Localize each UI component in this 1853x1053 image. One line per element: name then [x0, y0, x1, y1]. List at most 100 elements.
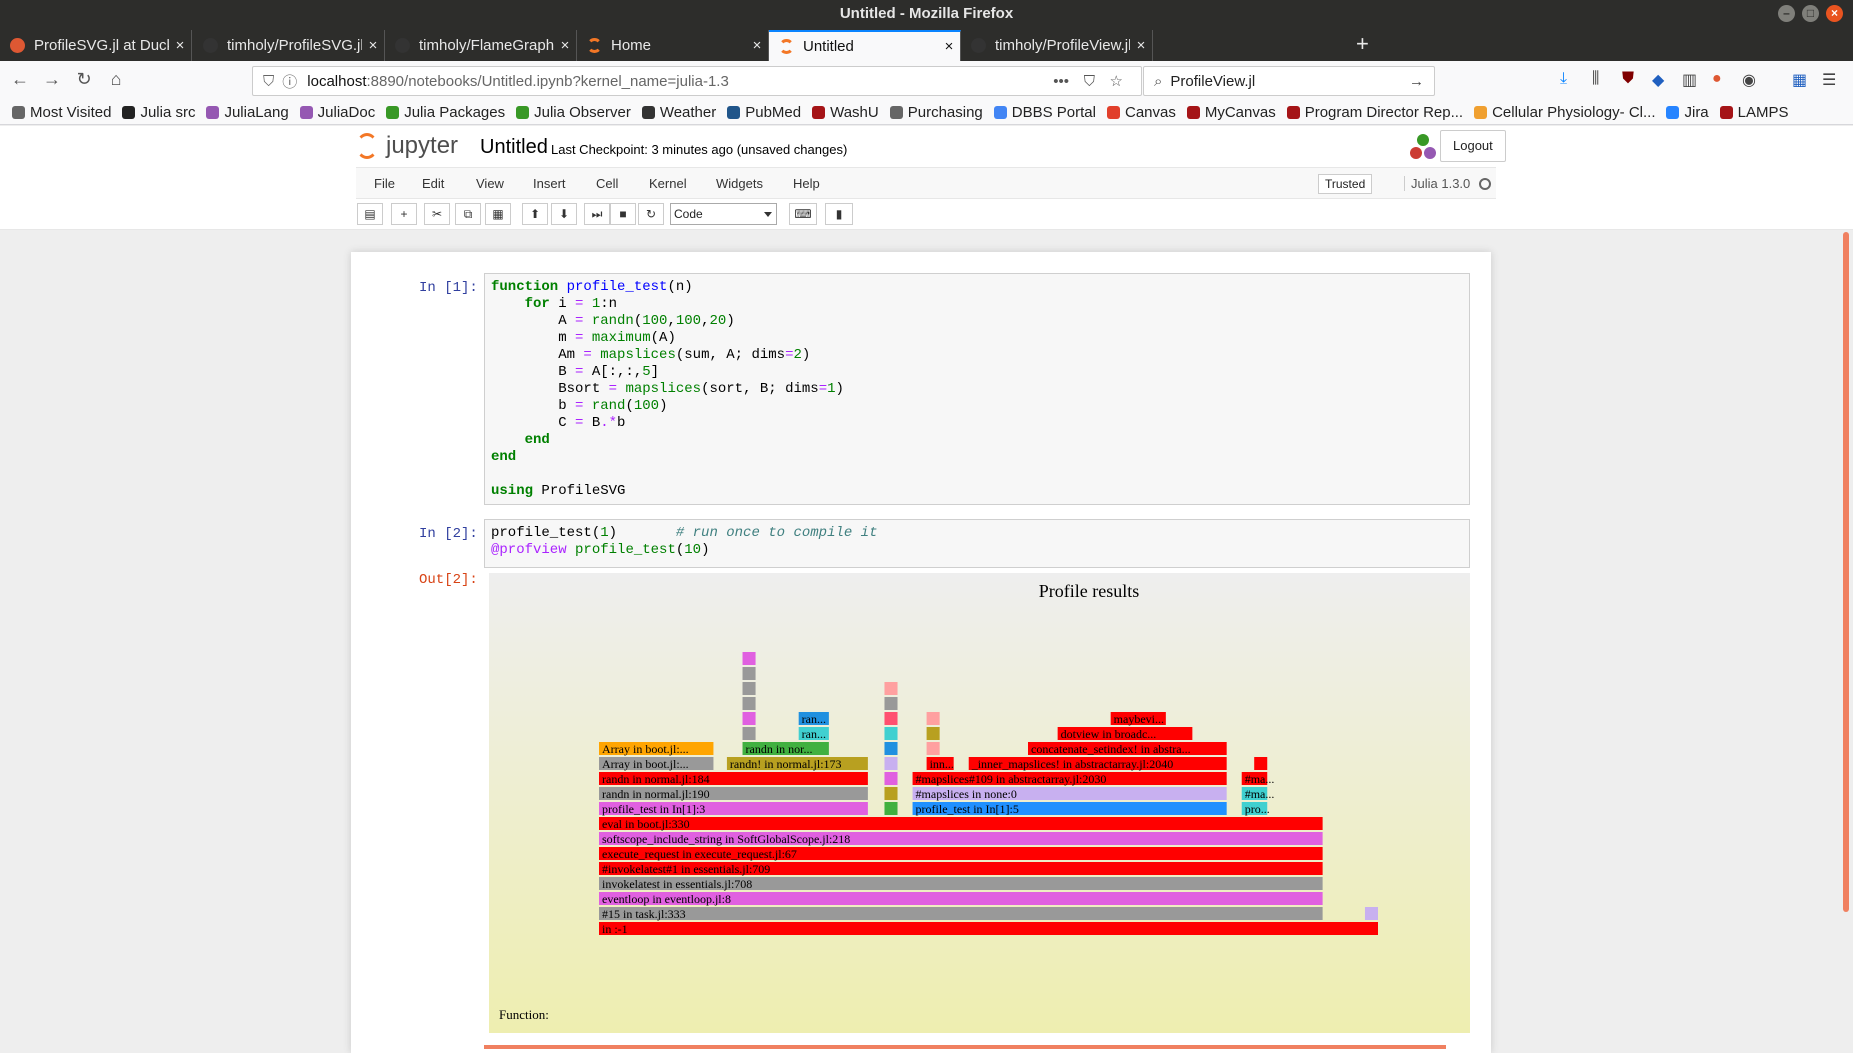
bookmark-star-icon[interactable]: ☆	[1110, 72, 1123, 90]
menu-kernel[interactable]: Kernel	[649, 176, 687, 191]
bookmark-item[interactable]: Canvas	[1106, 104, 1176, 121]
interrupt-icon[interactable]: ■	[610, 203, 636, 225]
back-icon[interactable]: ←	[8, 69, 32, 90]
ublock-icon[interactable]: ⛊	[1622, 70, 1634, 88]
shield-icon[interactable]: ⛉	[263, 73, 274, 90]
flame-frame[interactable]	[742, 652, 756, 665]
close-tab-icon[interactable]: ×	[362, 37, 384, 54]
bookmark-item[interactable]: Program Director Rep...	[1286, 104, 1463, 121]
close-tab-icon[interactable]: ×	[746, 37, 768, 54]
account-icon[interactable]: ◉	[1742, 70, 1756, 90]
move-up-icon[interactable]: ⬆	[522, 203, 548, 225]
flame-frame[interactable]	[599, 817, 1323, 830]
new-tab-icon[interactable]: +	[1356, 31, 1369, 57]
flame-frame[interactable]	[926, 742, 940, 755]
hamburger-menu-icon[interactable]: ☰	[1822, 70, 1836, 90]
flame-frame[interactable]	[742, 682, 756, 695]
bookmark-item[interactable]: Jira	[1666, 104, 1709, 121]
menu-edit[interactable]: Edit	[422, 176, 444, 191]
logout-button[interactable]: Logout	[1440, 130, 1506, 162]
chart-icon[interactable]: ▮	[825, 203, 853, 225]
bookmark-item[interactable]: LAMPS	[1719, 104, 1789, 121]
menu-widgets[interactable]: Widgets	[716, 176, 763, 191]
flame-frame[interactable]	[1254, 757, 1268, 770]
run-icon[interactable]: ⏭	[584, 203, 610, 225]
bookmark-item[interactable]: MyCanvas	[1186, 104, 1276, 121]
flame-frame[interactable]	[884, 802, 898, 815]
pocket-icon[interactable]: ⛉	[1084, 73, 1095, 90]
copy-icon[interactable]: ⧉	[455, 203, 481, 225]
minimize-icon[interactable]: –	[1778, 5, 1795, 22]
restart-icon[interactable]: ↻	[638, 203, 664, 225]
jupyter-logo[interactable]: jupyter	[356, 132, 458, 160]
add-cell-icon[interactable]: +	[391, 203, 417, 225]
info-icon[interactable]: ⓘ	[282, 71, 297, 92]
bookmark-item[interactable]: Julia src	[122, 104, 195, 121]
browser-tab[interactable]: Home ×	[577, 30, 769, 61]
url-bar[interactable]: ⛉ ⓘ localhost:8890/notebooks/Untitled.ip…	[252, 66, 1142, 96]
move-down-icon[interactable]: ⬇	[551, 203, 577, 225]
page-actions-icon[interactable]: •••	[1053, 73, 1069, 90]
menu-view[interactable]: View	[476, 176, 504, 191]
flame-frame[interactable]	[884, 742, 898, 755]
bookmark-item[interactable]: Julia Observer	[516, 104, 631, 121]
menu-file[interactable]: File	[374, 176, 395, 191]
browser-tab[interactable]: timholy/FlameGraphs.jl:×	[385, 30, 577, 61]
flame-frame[interactable]	[926, 727, 940, 740]
close-tab-icon[interactable]: ×	[1130, 37, 1152, 54]
bookmark-item[interactable]: Purchasing	[889, 104, 983, 121]
flame-frame[interactable]	[599, 922, 1378, 935]
flame-frame[interactable]	[884, 697, 898, 710]
code-cell-1[interactable]: function profile_test(n) for i = 1:n A =…	[484, 273, 1470, 505]
flame-frame[interactable]	[884, 787, 898, 800]
flame-frame[interactable]	[884, 682, 898, 695]
menu-cell[interactable]: Cell	[596, 176, 618, 191]
flame-frame[interactable]	[742, 667, 756, 680]
reload-icon[interactable]: ↻	[72, 69, 96, 90]
extensions-icon[interactable]: ▦	[1792, 70, 1807, 90]
bookmark-item[interactable]: Weather	[641, 104, 716, 121]
notebook-name[interactable]: Untitled	[480, 136, 548, 159]
cell-type-select[interactable]: Code	[670, 203, 777, 225]
library-icon[interactable]: ⫼	[1592, 70, 1599, 88]
forward-icon[interactable]: →	[40, 69, 64, 90]
flame-frame[interactable]	[884, 772, 898, 785]
bookmark-item[interactable]: DBBS Portal	[993, 104, 1096, 121]
save-icon[interactable]: ▤	[357, 203, 383, 225]
browser-tab[interactable]: ProfileSVG.jl at DuckDuc×	[0, 30, 192, 61]
menu-help[interactable]: Help	[793, 176, 820, 191]
bookmark-item[interactable]: JuliaDoc	[299, 104, 375, 121]
browser-tab-active[interactable]: Untitled ×	[769, 30, 961, 61]
flame-frame[interactable]	[926, 712, 940, 725]
menu-insert[interactable]: Insert	[533, 176, 566, 191]
go-arrow-icon[interactable]: →	[1409, 73, 1424, 90]
bookmark-item[interactable]: WashU	[812, 104, 879, 121]
close-tab-icon[interactable]: ×	[554, 37, 576, 54]
flame-frame[interactable]	[1364, 907, 1378, 920]
bookmark-item[interactable]: PubMed	[727, 104, 801, 121]
extension-icon[interactable]: ◆	[1652, 70, 1664, 90]
download-icon[interactable]: ⤓	[1560, 70, 1567, 88]
close-tab-icon[interactable]: ×	[169, 37, 191, 54]
bookmark-item[interactable]: Most Visited	[12, 104, 111, 121]
browser-tab[interactable]: timholy/ProfileSVG.jl: W×	[193, 30, 385, 61]
bookmark-item[interactable]: Julia Packages	[386, 104, 505, 121]
flame-frame[interactable]	[742, 712, 756, 725]
code-cell-2[interactable]: profile_test(1) # run once to compile it…	[484, 519, 1470, 568]
keyboard-icon[interactable]: ⌨	[789, 203, 817, 225]
flame-frame[interactable]	[742, 697, 756, 710]
close-tab-icon[interactable]: ×	[938, 38, 960, 55]
home-icon[interactable]: ⌂	[104, 69, 128, 90]
flame-frame[interactable]	[884, 712, 898, 725]
flame-frame[interactable]	[884, 757, 898, 770]
flame-frame[interactable]	[599, 907, 1323, 920]
bookmark-item[interactable]: JuliaLang	[206, 104, 289, 121]
sidebar-icon[interactable]: ▥	[1682, 70, 1697, 90]
maximize-icon[interactable]: □	[1802, 5, 1819, 22]
trusted-badge[interactable]: Trusted	[1318, 174, 1373, 194]
duckduckgo-icon[interactable]: ●	[1712, 70, 1722, 88]
flame-frame[interactable]	[884, 727, 898, 740]
search-box[interactable]: ⌕ ProfileView.jl →	[1143, 66, 1435, 96]
close-window-icon[interactable]: ×	[1826, 5, 1843, 22]
cut-icon[interactable]: ✂	[424, 203, 450, 225]
